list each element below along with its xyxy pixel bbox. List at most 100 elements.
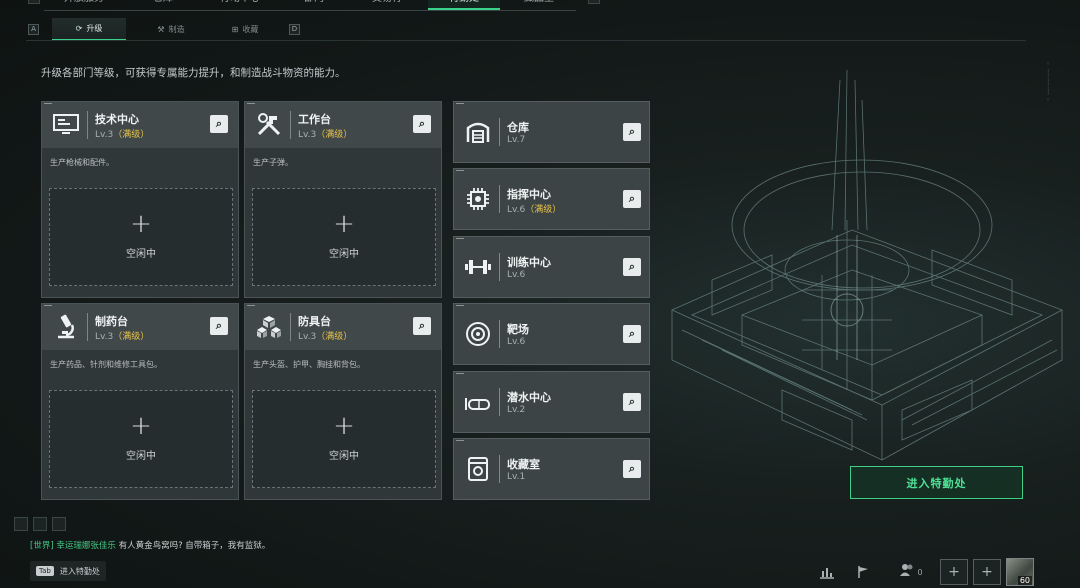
craft-icon: ⚒ bbox=[157, 24, 165, 34]
dept-card-warehouse[interactable]: 仓库 Lv.7 ⌕ bbox=[453, 101, 650, 163]
nav-left-key[interactable] bbox=[28, 0, 40, 4]
card-header: 工作台 Lv.3（满级） ⌕ bbox=[245, 102, 441, 148]
card-header: 技术中心 Lv.3（满级） ⌕ bbox=[42, 102, 238, 148]
plus-icon: + bbox=[948, 564, 960, 580]
sub-tab-collect[interactable]: ⊞ 收藏 bbox=[208, 18, 282, 40]
sub-tabs-divider bbox=[26, 40, 1026, 41]
plus-icon: + bbox=[333, 209, 355, 239]
dept-name: 技术中心 bbox=[95, 113, 139, 126]
dept-card-collection-room[interactable]: 收藏室 Lv.1 ⌕ bbox=[453, 438, 650, 500]
page-description: 升级各部门等级，可获得专属能力提升，和制造战斗物资的能力。 bbox=[41, 67, 346, 79]
production-slot[interactable]: + 空闲中 bbox=[252, 390, 436, 488]
sub-tab-upgrade[interactable]: ⟳ 升级 bbox=[52, 18, 126, 40]
dept-card-diving-center[interactable]: 潜水中心 Lv.2 ⌕ bbox=[453, 371, 650, 433]
dept-name: 工作台 bbox=[298, 113, 331, 126]
friends-button[interactable]: 0 bbox=[894, 559, 928, 585]
tools-icon bbox=[251, 109, 287, 141]
nav-tab-market[interactable]: 交易行 bbox=[350, 0, 424, 10]
nav-tab-special-ops[interactable]: 特勤处 bbox=[428, 0, 500, 10]
dept-card-tech-center[interactable]: 技术中心 Lv.3（满级） ⌕ 生产枪械和配件。 + 空闲中 bbox=[41, 101, 239, 298]
search-icon[interactable]: ⌕ bbox=[623, 393, 641, 411]
dept-card-command-center[interactable]: 指挥中心 Lv.6（满级） ⌕ bbox=[453, 168, 650, 230]
dept-level: Lv.6（满级） bbox=[507, 205, 562, 215]
search-icon[interactable]: ⌕ bbox=[413, 317, 431, 335]
flag-icon[interactable] bbox=[850, 559, 876, 585]
dept-level: Lv.6 bbox=[507, 270, 526, 280]
chat-controls bbox=[14, 517, 66, 531]
nav-right-key[interactable] bbox=[588, 0, 600, 4]
search-icon[interactable]: ⌕ bbox=[623, 460, 641, 478]
dept-name: 仓库 bbox=[507, 121, 529, 134]
target-icon bbox=[461, 317, 495, 351]
dumbbell-icon bbox=[461, 250, 495, 284]
sub-tab-left-key[interactable]: A bbox=[28, 24, 39, 35]
friends-icon bbox=[899, 563, 915, 581]
card-header: 制药台 Lv.3（满级） ⌕ bbox=[42, 304, 238, 350]
chat-channel: [世界] bbox=[30, 541, 54, 551]
dept-level: Lv.6 bbox=[507, 337, 526, 347]
production-slot[interactable]: + 空闲中 bbox=[49, 188, 233, 286]
slot-status: 空闲中 bbox=[126, 249, 156, 260]
production-slot[interactable]: + 空闲中 bbox=[252, 188, 436, 286]
dept-name: 防具台 bbox=[298, 315, 331, 328]
avatar[interactable]: 60 bbox=[1006, 558, 1034, 586]
dept-level: Lv.3（满级） bbox=[95, 332, 150, 342]
cubes-icon bbox=[251, 311, 287, 343]
collect-icon: ⊞ bbox=[231, 24, 239, 34]
enter-special-ops-button[interactable]: 进入特勤处 bbox=[850, 466, 1023, 499]
add-slot-button[interactable]: + bbox=[940, 559, 968, 585]
upgrade-icon: ⟳ bbox=[75, 24, 83, 33]
chat-line[interactable]: [世界] 幸运瑞娜张佳乐 有人黄金鸟窝吗? 自带箱子，我有监狱。 bbox=[30, 539, 270, 551]
facility-hologram bbox=[671, 69, 1063, 461]
nav-tab-warehouse[interactable]: 仓库 bbox=[128, 0, 198, 10]
search-icon[interactable]: ⌕ bbox=[623, 325, 641, 343]
chat-message: 有人黄金鸟窝吗? 自带箱子，我有监狱。 bbox=[118, 541, 271, 551]
sub-tabs: A ⟳ 升级 ⚒ 制造 ⊞ 收藏 D bbox=[26, 18, 306, 40]
nav-tab-collection[interactable]: 藏品室 bbox=[504, 0, 574, 10]
search-icon[interactable]: ⌕ bbox=[210, 317, 228, 335]
search-icon[interactable]: ⌕ bbox=[623, 258, 641, 276]
chat-username[interactable]: 幸运瑞娜张佳乐 bbox=[56, 541, 116, 551]
search-icon[interactable]: ⌕ bbox=[210, 115, 228, 133]
plus-icon: + bbox=[333, 411, 355, 441]
dept-level: Lv.3（满级） bbox=[298, 332, 353, 342]
dept-name: 指挥中心 bbox=[507, 188, 551, 201]
dept-level: Lv.7 bbox=[507, 135, 526, 145]
chat-mini-button[interactable] bbox=[14, 517, 28, 531]
search-icon[interactable]: ⌕ bbox=[413, 115, 431, 133]
sub-tab-right-key[interactable]: D bbox=[289, 24, 300, 35]
dept-level: Lv.3（满级） bbox=[95, 130, 150, 140]
sub-tab-craft[interactable]: ⚒ 制造 bbox=[134, 18, 208, 40]
player-level: 60 bbox=[1017, 576, 1032, 585]
card-header: 防具台 Lv.3（满级） ⌕ bbox=[245, 304, 441, 350]
stats-icon[interactable] bbox=[814, 559, 840, 585]
production-slot[interactable]: + 空闲中 bbox=[49, 390, 233, 488]
tab-shortcut-label: 进入特勤处 bbox=[59, 566, 100, 576]
nav-tab-open-service[interactable]: 开放服务 bbox=[44, 0, 124, 10]
computer-icon bbox=[48, 109, 84, 141]
dept-description: 生产药品、针剂和维修工具包。 bbox=[50, 360, 162, 369]
dept-name: 制药台 bbox=[95, 315, 128, 328]
plus-icon: + bbox=[981, 564, 993, 580]
nav-tab-departments[interactable]: 部门 bbox=[284, 0, 344, 10]
sub-tab-craft-label: 制造 bbox=[168, 24, 185, 34]
dept-card-pharmacy[interactable]: 制药台 Lv.3（满级） ⌕ 生产药品、针剂和维修工具包。 + 空闲中 bbox=[41, 303, 239, 500]
nav-tab-operations[interactable]: 行动中心 bbox=[200, 0, 280, 10]
bottom-bar: Tab 进入特勤处 0 + + 60 bbox=[0, 555, 1080, 588]
dept-name: 训练中心 bbox=[507, 256, 551, 269]
add-slot-button[interactable]: + bbox=[973, 559, 1001, 585]
search-icon[interactable]: ⌕ bbox=[623, 190, 641, 208]
dept-card-armor-bench[interactable]: 防具台 Lv.3（满级） ⌕ 生产头盔、护甲、胸挂和背包。 + 空闲中 bbox=[244, 303, 442, 500]
dept-card-shooting-range[interactable]: 靶场 Lv.6 ⌕ bbox=[453, 303, 650, 365]
dept-name: 收藏室 bbox=[507, 458, 540, 471]
dept-card-training-center[interactable]: 训练中心 Lv.6 ⌕ bbox=[453, 236, 650, 298]
chat-mini-button[interactable] bbox=[52, 517, 66, 531]
dept-card-workbench[interactable]: 工作台 Lv.3（满级） ⌕ 生产子弹。 + 空闲中 bbox=[244, 101, 442, 298]
top-nav: 开放服务 仓库 行动中心 部门 交易行 特勤处 藏品室 bbox=[0, 0, 1080, 12]
search-icon[interactable]: ⌕ bbox=[623, 123, 641, 141]
dept-description: 生产子弹。 bbox=[253, 158, 293, 167]
chat-mini-button[interactable] bbox=[33, 517, 47, 531]
microscope-icon bbox=[48, 311, 84, 343]
tab-key-badge: Tab bbox=[36, 566, 54, 576]
tab-shortcut[interactable]: Tab 进入特勤处 bbox=[30, 561, 106, 581]
